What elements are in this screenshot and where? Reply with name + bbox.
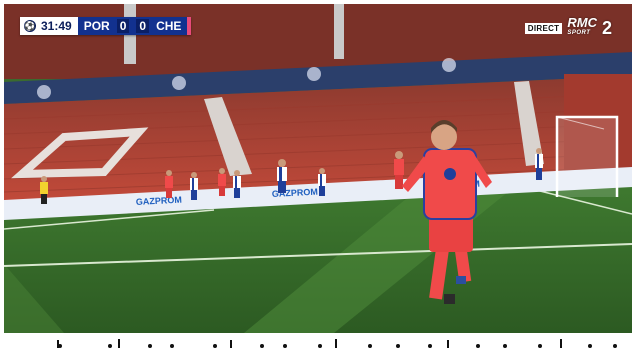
stadium-scene: GAZPROM GAZPROM GAZPROM: [4, 4, 632, 333]
home-score: 0: [116, 19, 130, 33]
away-score: 0: [136, 19, 150, 33]
champions-league-ball-icon: ⚽: [24, 20, 36, 32]
away-team: CHE: [156, 19, 182, 33]
video-frame: GAZPROM GAZPROM GAZPROM: [4, 4, 632, 333]
caption-strip: [57, 339, 617, 348]
match-clock: ⚽ 31:49: [20, 17, 78, 35]
scorebug-accent: [187, 17, 192, 35]
channel-number: 2: [601, 17, 612, 38]
goal: [555, 115, 619, 197]
score-panel: POR 0 0 CHE: [77, 17, 188, 35]
channel-name: RMC SPORT: [567, 16, 597, 39]
live-tag: DIRECT: [524, 22, 563, 34]
home-team: POR: [83, 19, 110, 33]
clock-time: 31:49: [41, 19, 72, 33]
scorebug: ⚽ 31:49 POR 0 0 CHE: [20, 17, 192, 35]
broadcaster-logo: DIRECT RMC SPORT 2: [524, 16, 612, 39]
